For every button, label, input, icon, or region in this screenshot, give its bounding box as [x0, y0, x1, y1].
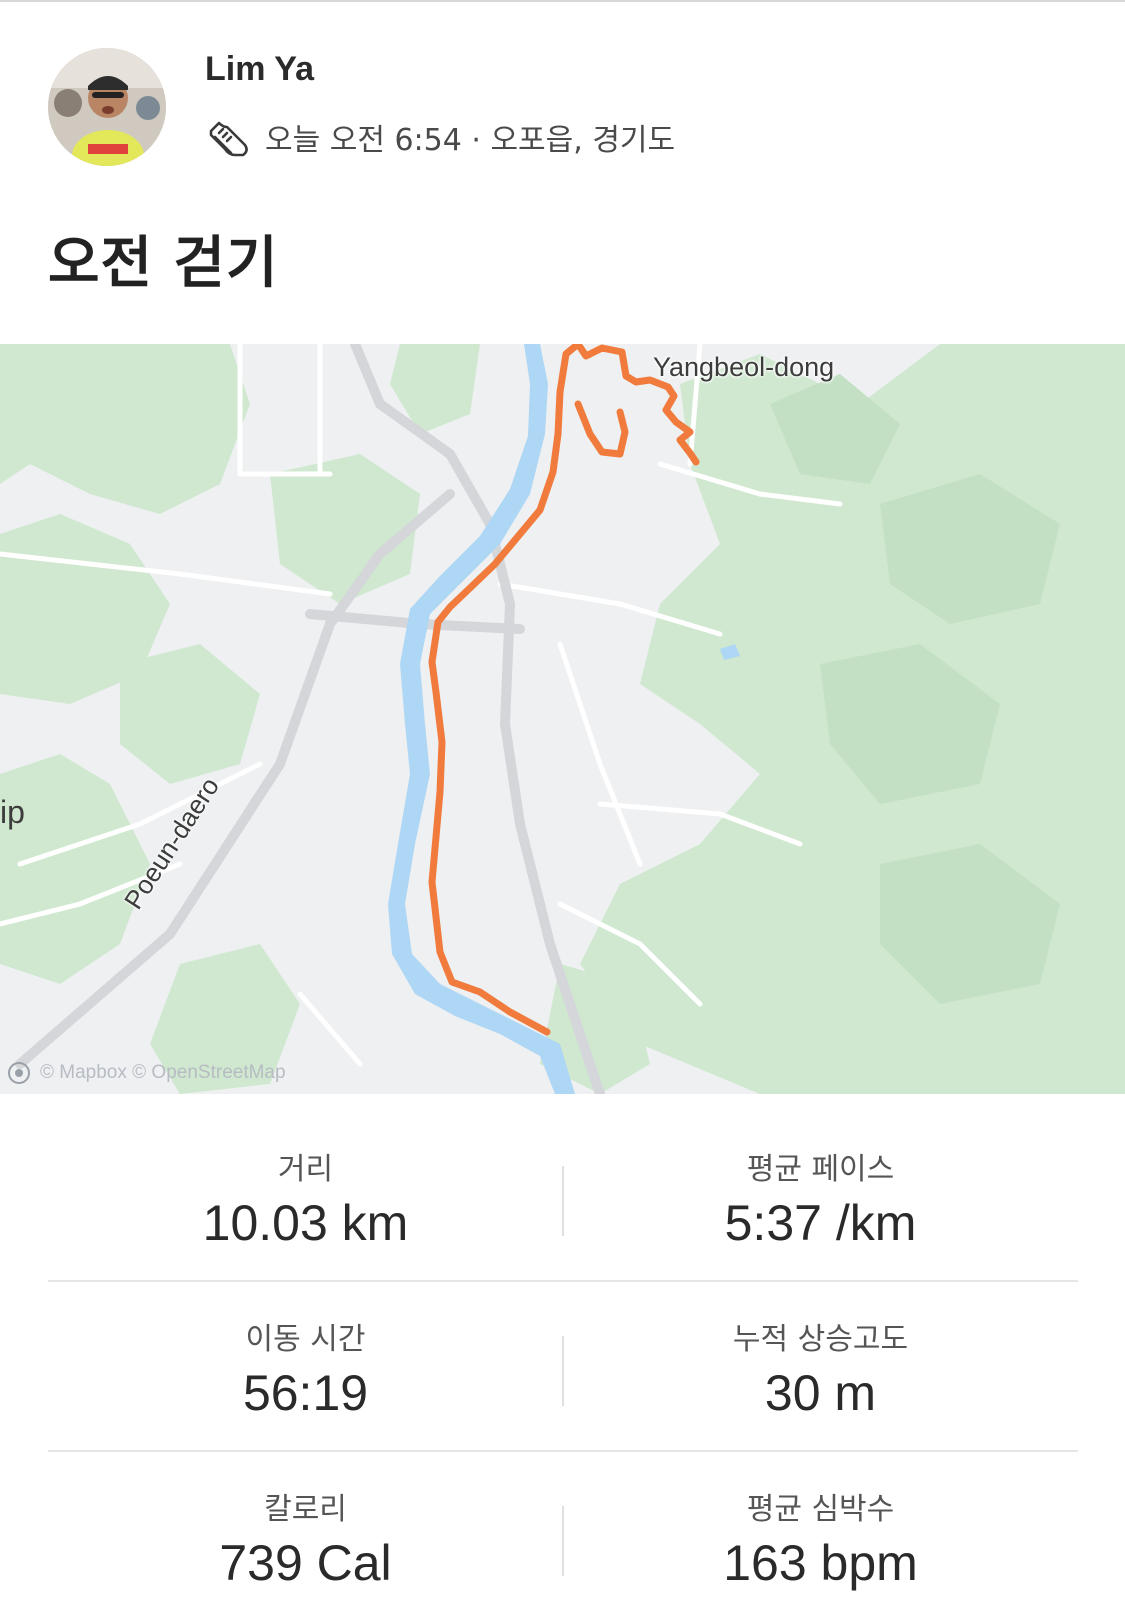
activity-meta: 오늘 오전 6:54 · 오포읍, 경기도 — [205, 112, 675, 162]
stat-value: 163 bpm — [723, 1535, 918, 1591]
walking-shoe-icon — [209, 121, 248, 157]
map-attribution-text: © Mapbox © OpenStreetMap — [40, 1062, 286, 1083]
route-map[interactable]: Yangbeol-dong ip © Mapbox © OpenStreetMa… — [0, 344, 1125, 1094]
stat-calories: 칼로리 739 Cal — [48, 1452, 563, 1620]
activity-title: 오전 걷기 — [48, 231, 279, 296]
athlete-avatar[interactable] — [48, 48, 166, 166]
athlete-name[interactable]: Lim Ya — [205, 50, 314, 89]
top-divider — [0, 0, 1125, 2]
stat-value: 10.03 km — [202, 1195, 409, 1251]
stat-label: 평균 심박수 — [746, 1492, 895, 1527]
avatar-photo — [48, 48, 166, 166]
stat-value: 56:19 — [242, 1365, 369, 1421]
mapbox-logo-icon[interactable] — [8, 1062, 30, 1084]
stat-elevation-gain: 누적 상승고도 30 m — [563, 1282, 1078, 1450]
stats-row: 칼로리 739 Cal 평균 심박수 163 bpm — [48, 1452, 1078, 1620]
map-attribution[interactable]: © Mapbox © OpenStreetMap — [8, 1062, 286, 1084]
stat-label: 평균 페이스 — [746, 1152, 895, 1187]
stat-value: 5:37 /km — [724, 1195, 917, 1251]
stat-label: 이동 시간 — [245, 1322, 366, 1357]
stat-avg-pace: 평균 페이스 5:37 /km — [563, 1112, 1078, 1280]
stat-distance: 거리 10.03 km — [48, 1112, 563, 1280]
map-place-label: Yangbeol-dong — [653, 352, 835, 382]
stats-row: 거리 10.03 km 평균 페이스 5:37 /km — [48, 1112, 1078, 1282]
stat-value: 30 m — [764, 1365, 877, 1421]
stats-row: 이동 시간 56:19 누적 상승고도 30 m — [48, 1282, 1078, 1452]
stat-value: 739 Cal — [219, 1535, 392, 1591]
stat-moving-time: 이동 시간 56:19 — [48, 1282, 563, 1450]
activity-stats: 거리 10.03 km 평균 페이스 5:37 /km 이동 시간 56:19 … — [48, 1112, 1078, 1620]
stat-label: 누적 상승고도 — [732, 1322, 909, 1357]
activity-meta-text: 오늘 오전 6:54 · 오포읍, 경기도 — [265, 123, 676, 158]
map-canvas — [0, 344, 1125, 1094]
stat-label: 칼로리 — [264, 1492, 347, 1527]
stat-label: 거리 — [277, 1152, 334, 1187]
stat-avg-heart-rate: 평균 심박수 163 bpm — [563, 1452, 1078, 1620]
map-edge-label: ip — [0, 794, 25, 830]
